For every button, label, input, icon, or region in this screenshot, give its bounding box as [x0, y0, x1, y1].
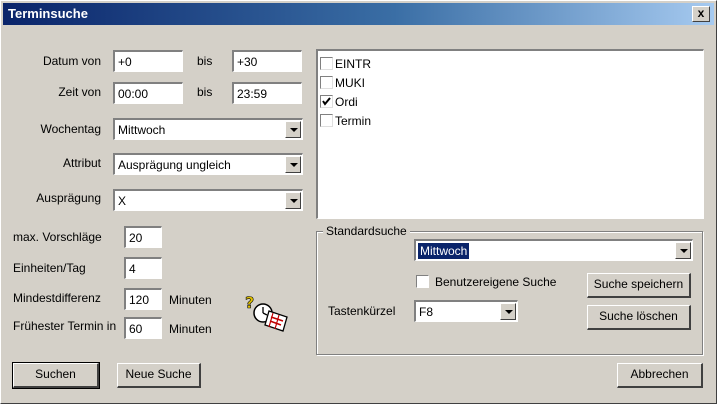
- datum-von-label: Datum von: [42, 54, 101, 68]
- close-button[interactable]: x: [692, 6, 710, 22]
- chevron-down-icon[interactable]: [500, 303, 516, 320]
- list-item[interactable]: Ordi: [320, 92, 701, 111]
- auspraegung-select[interactable]: X: [113, 189, 303, 211]
- datum-von-input[interactable]: +0: [113, 50, 183, 72]
- checkmark-icon: [322, 97, 331, 106]
- attribut-value: Ausprägung ungleich: [118, 158, 231, 172]
- mindestdifferenz-input[interactable]: 120: [124, 288, 162, 310]
- auspraegung-value: X: [118, 194, 127, 208]
- list-item[interactable]: Termin: [320, 111, 701, 130]
- terminsuche-dialog: Terminsuche x Datum von +0 bis +30 Zeit …: [0, 0, 717, 404]
- wochentag-select[interactable]: Mittwoch: [113, 118, 303, 140]
- attribut-select[interactable]: Ausprägung ungleich: [113, 153, 303, 175]
- zeit-von-input[interactable]: 00:00: [113, 82, 183, 104]
- attribut-label: Attribut: [62, 156, 101, 170]
- search-wizard-icon[interactable]: ?: [243, 291, 295, 335]
- tastenkuerzel-value: F8: [419, 305, 434, 319]
- max-vorschlaege-input[interactable]: 20: [124, 226, 162, 248]
- standardsuche-title: Standardsuche: [323, 224, 410, 238]
- list-item-label: Ordi: [335, 94, 358, 109]
- zeit-bis-input[interactable]: 23:59: [232, 82, 302, 104]
- mindestdifferenz-unit: Minuten: [169, 293, 212, 307]
- max-vorschlaege-label: max. Vorschläge: [13, 230, 102, 244]
- wochentag-label: Wochentag: [40, 122, 102, 136]
- mindestdifferenz-label: Mindestdifferenz: [13, 291, 101, 305]
- list-item-label: MUKI: [335, 75, 365, 90]
- standardsuche-select[interactable]: Mittwoch: [414, 239, 693, 261]
- suchen-button[interactable]: Suchen: [12, 362, 100, 389]
- list-item[interactable]: MUKI: [320, 73, 701, 92]
- standardsuche-value: Mittwoch: [418, 243, 470, 259]
- datum-bis-label: bis: [197, 54, 213, 68]
- checkbox[interactable]: [320, 76, 333, 89]
- checkbox-checked[interactable]: [320, 95, 333, 108]
- fruehester-termin-label: Frühester Termin in: [13, 319, 117, 333]
- list-item-label: Termin: [335, 113, 372, 128]
- neue-suche-button[interactable]: Neue Suche: [117, 363, 201, 388]
- title-bar: Terminsuche x: [3, 3, 714, 25]
- einheiten-tag-input[interactable]: 4: [124, 257, 162, 279]
- einheiten-tag-label: Einheiten/Tag: [13, 261, 86, 275]
- chevron-down-icon[interactable]: [285, 156, 301, 173]
- benutzereigene-checkbox[interactable]: [416, 275, 429, 288]
- tastenkuerzel-label: Tastenkürzel: [328, 304, 396, 318]
- abbrechen-button[interactable]: Abbrechen: [617, 363, 703, 388]
- window-title: Terminsuche: [8, 6, 88, 21]
- suche-loeschen-button[interactable]: Suche löschen: [587, 305, 691, 330]
- list-item-label: EINTR: [335, 56, 371, 71]
- checkbox[interactable]: [320, 57, 333, 70]
- svg-text:?: ?: [245, 293, 254, 312]
- chevron-down-icon[interactable]: [675, 242, 691, 259]
- fruehester-termin-input[interactable]: 60: [124, 317, 162, 339]
- close-icon: x: [697, 6, 705, 20]
- zeit-bis-label: bis: [197, 85, 213, 99]
- suche-speichern-button[interactable]: Suche speichern: [587, 273, 691, 298]
- zeit-von-label: Zeit von: [58, 85, 101, 99]
- datum-bis-input[interactable]: +30: [232, 50, 302, 72]
- checkbox[interactable]: [320, 114, 333, 127]
- tastenkuerzel-select[interactable]: F8: [414, 300, 518, 322]
- list-item[interactable]: EINTR: [320, 54, 701, 73]
- chevron-down-icon[interactable]: [285, 192, 301, 209]
- category-list[interactable]: EINTR MUKI Ordi Termin: [316, 49, 704, 219]
- benutzereigene-label: Benutzereigene Suche: [435, 275, 557, 289]
- wochentag-value: Mittwoch: [118, 123, 166, 137]
- chevron-down-icon[interactable]: [285, 121, 301, 138]
- auspraegung-label: Ausprägung: [36, 191, 101, 205]
- fruehester-termin-unit: Minuten: [169, 322, 212, 336]
